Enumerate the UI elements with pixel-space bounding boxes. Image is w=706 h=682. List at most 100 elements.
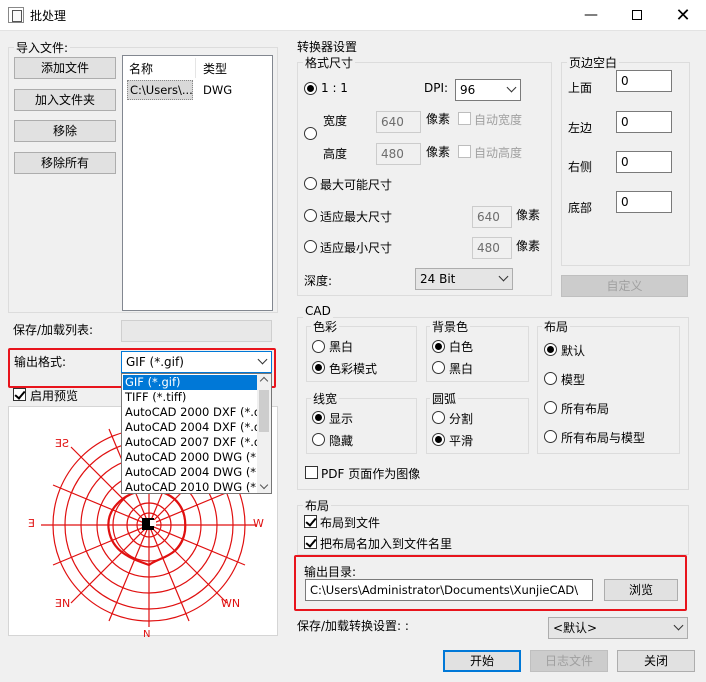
format-option[interactable]: AutoCAD 2000 DXF (*.dxf)	[123, 405, 257, 420]
chevron-down-icon	[506, 82, 517, 93]
width-label: 宽度	[323, 114, 348, 128]
layout-model-radio[interactable]	[544, 372, 557, 385]
fit-min-input[interactable]: 480	[472, 237, 512, 259]
background-black-radio[interactable]	[432, 361, 445, 374]
one-to-one-radio[interactable]	[304, 82, 317, 95]
margin-right-input[interactable]: 0	[616, 151, 672, 173]
layout-group-label: 布局	[303, 497, 332, 514]
lineweight-label: 线宽	[311, 390, 340, 407]
fit-min-pixel-unit: 像素	[516, 239, 541, 253]
column-header-name[interactable]: 名称	[129, 60, 153, 77]
file-list[interactable]: 名称 类型 C:\Users\... DWG	[122, 55, 273, 311]
add-layout-name-checkbox[interactable]	[304, 536, 317, 549]
max-possible-radio[interactable]	[304, 177, 317, 190]
width-input[interactable]: 640	[376, 111, 421, 133]
black-white-label: 黑白	[329, 340, 354, 354]
format-option[interactable]: AutoCAD 2000 DWG (*.dwg)	[123, 450, 257, 465]
custom-margins-button[interactable]: 自定义	[561, 275, 688, 297]
pdf-as-image-label: PDF 页面作为图像	[321, 467, 421, 481]
compass-label-n: N	[143, 629, 151, 640]
table-row[interactable]: C:\Users\...	[127, 80, 193, 100]
layout-all-model-radio[interactable]	[544, 430, 557, 443]
column-divider	[195, 58, 196, 78]
depth-combo[interactable]: 24 Bit	[415, 268, 513, 290]
format-option[interactable]: AutoCAD 2010 DWG (*.dwg)	[123, 480, 257, 493]
color-mode-radio[interactable]	[312, 361, 325, 374]
save-load-settings-value: <默认>	[553, 621, 598, 635]
close-button[interactable]: 关闭	[617, 650, 695, 672]
lineweight-show-radio[interactable]	[312, 411, 325, 424]
add-layout-name-label: 把布局名加入到文件名里	[320, 537, 453, 551]
fit-max-pixel-unit: 像素	[516, 208, 541, 222]
layout-all-radio[interactable]	[544, 401, 557, 414]
layout-model-label: 模型	[561, 373, 586, 387]
fit-max-input[interactable]: 640	[472, 206, 512, 228]
remove-button[interactable]: 移除	[14, 120, 116, 142]
column-header-type[interactable]: 类型	[203, 60, 227, 77]
scroll-thumb[interactable]	[259, 390, 269, 432]
compass-label-ne2: ƎN	[55, 597, 71, 610]
fit-max-radio[interactable]	[304, 209, 317, 222]
margin-bottom-input[interactable]: 0	[616, 191, 672, 213]
remove-all-button[interactable]: 移除所有	[14, 152, 116, 174]
start-button[interactable]: 开始	[443, 650, 521, 672]
compass-label-w: W	[253, 517, 264, 530]
format-option[interactable]: AutoCAD 2004 DWG (*.dwg)	[123, 465, 257, 480]
title-bar: 批处理 — ✕	[0, 0, 706, 31]
format-size-label: 格式尺寸	[303, 54, 356, 71]
auto-height-checkbox[interactable]	[458, 145, 471, 158]
arc-smooth-radio[interactable]	[432, 433, 445, 446]
layout-to-file-checkbox[interactable]	[304, 515, 317, 528]
lineweight-hide-label: 隐藏	[329, 434, 354, 448]
format-option[interactable]: GIF (*.gif)	[123, 375, 257, 390]
background-white-radio[interactable]	[432, 340, 445, 353]
compass-label-wn: WN	[221, 597, 241, 610]
enable-preview-checkbox[interactable]	[13, 388, 26, 401]
pdf-as-image-checkbox[interactable]	[305, 466, 318, 479]
save-load-list-combo[interactable]	[121, 320, 272, 342]
format-option[interactable]: AutoCAD 2004 DXF (*.dxf)	[123, 420, 257, 435]
max-possible-label: 最大可能尺寸	[320, 178, 393, 192]
dpi-value: 96	[460, 83, 476, 97]
auto-height-label: 自动高度	[474, 146, 523, 160]
save-load-settings-combo[interactable]: <默认>	[548, 617, 688, 639]
add-file-button[interactable]: 添加文件	[14, 57, 116, 79]
scroll-down-icon[interactable]	[259, 480, 269, 490]
width-pixel-unit: 像素	[426, 112, 451, 126]
margin-left-input[interactable]: 0	[616, 111, 672, 133]
output-format-dropdown[interactable]: GIF (*.gif) TIFF (*.tiff) AutoCAD 2000 D…	[121, 373, 272, 494]
maximize-button[interactable]	[614, 0, 660, 31]
lineweight-hide-radio[interactable]	[312, 433, 325, 446]
chevron-down-icon	[498, 271, 509, 282]
dropdown-scrollbar[interactable]	[257, 374, 271, 493]
layout-all-model-label: 所有布局与模型	[561, 431, 646, 445]
layout-default-radio[interactable]	[544, 343, 557, 356]
row-file-type: DWG	[203, 83, 233, 97]
fit-min-radio[interactable]	[304, 240, 317, 253]
margins-label: 页边空白	[567, 54, 620, 71]
format-option[interactable]: TIFF (*.tiff)	[123, 390, 257, 405]
height-input[interactable]: 480	[376, 143, 421, 165]
color-label: 色彩	[311, 318, 340, 335]
arc-smooth-label: 平滑	[449, 434, 474, 448]
margin-left-label: 左边	[568, 121, 593, 135]
scroll-up-icon[interactable]	[259, 376, 269, 386]
close-window-button[interactable]: ✕	[660, 0, 706, 31]
import-files-label: 导入文件:	[14, 39, 71, 56]
log-file-button[interactable]: 日志文件	[530, 650, 608, 672]
arc-split-radio[interactable]	[432, 411, 445, 424]
dpi-combo[interactable]: 96	[455, 79, 521, 101]
minimize-button[interactable]: —	[568, 0, 614, 31]
dpi-label: DPI:	[424, 81, 449, 95]
fit-min-label: 适应最小尺寸	[320, 241, 393, 255]
add-folder-button[interactable]: 加入文件夹	[14, 89, 116, 111]
black-white-radio[interactable]	[312, 340, 325, 353]
margin-bottom-label: 底部	[568, 201, 593, 215]
margin-right-label: 右侧	[568, 160, 593, 174]
margin-top-input[interactable]: 0	[616, 70, 672, 92]
chevron-down-icon	[673, 620, 684, 631]
custom-size-radio[interactable]	[304, 127, 317, 140]
format-option[interactable]: AutoCAD 2007 DXF (*.dxf)	[123, 435, 257, 450]
height-pixel-unit: 像素	[426, 145, 451, 159]
auto-width-checkbox[interactable]	[458, 112, 471, 125]
